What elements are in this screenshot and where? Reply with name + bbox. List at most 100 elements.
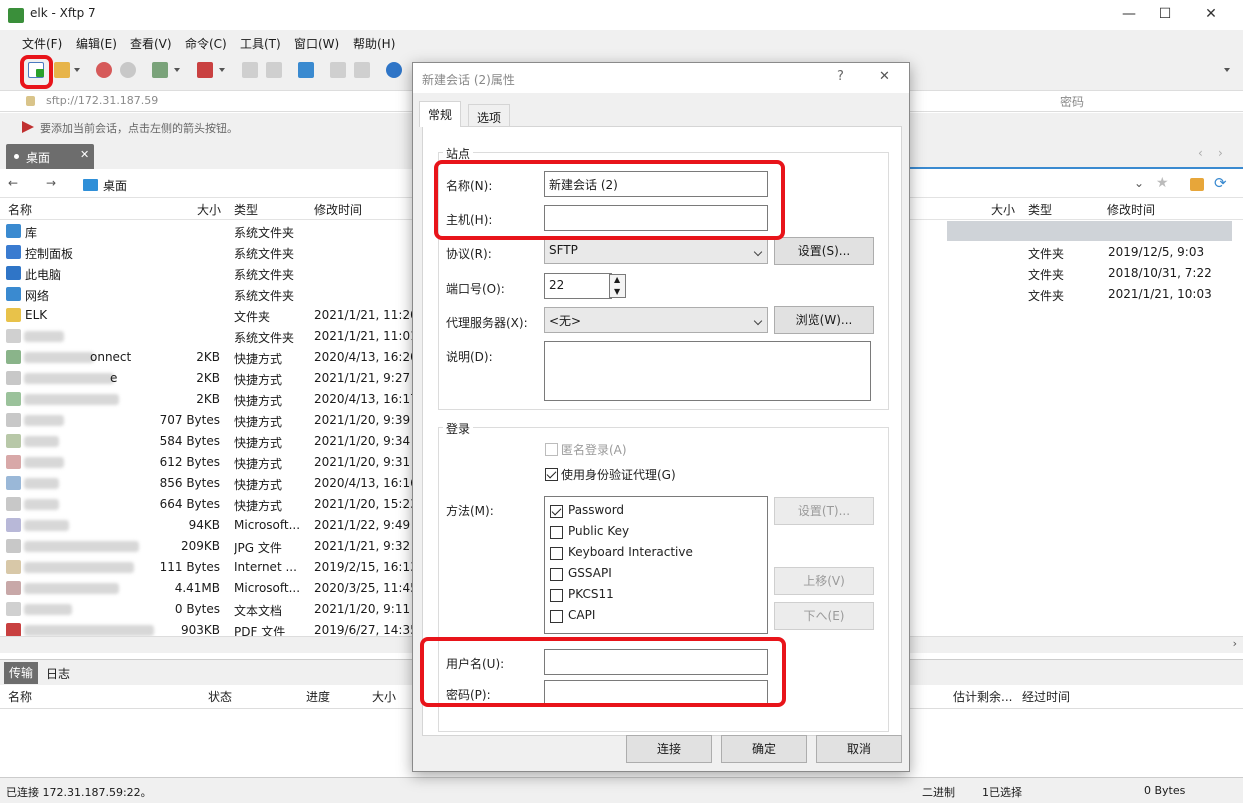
menu-edit[interactable]: 编辑(E)	[76, 35, 117, 52]
table-row[interactable]: 209KB JPG 文件 2021/1/21, 9:32	[0, 536, 412, 557]
table-row[interactable]: 111 Bytes Internet ... 2019/2/15, 16:13	[0, 557, 412, 578]
chevron-down-icon[interactable]	[74, 68, 80, 72]
col-progress[interactable]: 进度	[306, 688, 330, 705]
ok-button[interactable]: 确定	[721, 735, 807, 763]
description-input[interactable]	[544, 341, 871, 401]
chevron-down-icon[interactable]	[174, 68, 180, 72]
method-checkbox[interactable]	[550, 505, 563, 518]
connect-button[interactable]: 连接	[626, 735, 712, 763]
table-row[interactable]: 控制面板 系统文件夹	[0, 242, 412, 263]
tab-scroll-left-icon[interactable]: ‹	[1198, 146, 1203, 160]
download-icon[interactable]	[354, 62, 370, 78]
col-elapsed[interactable]: 经过时间	[1022, 688, 1070, 705]
method-settings-button[interactable]: 设置(T)...	[774, 497, 874, 525]
table-row[interactable]: onnect 2KB 快捷方式 2020/4/13, 16:20	[0, 347, 412, 368]
anonymous-checkbox[interactable]	[545, 443, 558, 456]
close-icon[interactable]: ✕	[80, 148, 89, 161]
terminal-icon[interactable]	[197, 62, 213, 78]
open-folder-icon[interactable]	[54, 62, 70, 78]
method-capi[interactable]: CAPI	[550, 607, 765, 627]
table-row[interactable]: 库 系统文件夹	[0, 221, 412, 242]
port-stepper[interactable]: ▲ ▼	[609, 274, 626, 298]
chevron-down-icon[interactable]: ⌄	[1134, 176, 1144, 190]
close-icon[interactable]: ✕	[879, 69, 890, 84]
path-text[interactable]: 桌面	[103, 177, 127, 194]
col-size[interactable]: 大小	[991, 201, 1015, 218]
tab-options[interactable]: 选项	[468, 104, 511, 126]
tab-scroll-right-icon[interactable]: ›	[1218, 146, 1223, 160]
arrow-icon[interactable]	[22, 121, 34, 133]
menu-view[interactable]: 查看(V)	[130, 35, 172, 52]
table-row[interactable]: 2KB 快捷方式 2020/4/13, 16:17	[0, 389, 412, 410]
method-checkbox[interactable]	[550, 610, 563, 623]
method-checkbox[interactable]	[550, 568, 563, 581]
method-list[interactable]: Password Public Key Keyboard Interactive…	[544, 496, 768, 634]
method-password[interactable]: Password	[550, 502, 765, 522]
upload-icon[interactable]	[330, 62, 346, 78]
password-input[interactable]: 密码	[1060, 93, 1084, 110]
menu-help[interactable]: 帮助(H)	[353, 35, 395, 52]
close-window-button[interactable]: ✕	[1188, 0, 1234, 30]
browse-button[interactable]: 浏览(W)...	[774, 306, 874, 334]
method-checkbox[interactable]	[550, 589, 563, 602]
method-checkbox[interactable]	[550, 547, 563, 560]
col-size[interactable]: 大小	[197, 201, 221, 218]
transfer-icon[interactable]	[298, 62, 314, 78]
cancel-button[interactable]: 取消	[816, 735, 902, 763]
star-icon[interactable]: ★	[1156, 175, 1169, 191]
table-row[interactable]: ELK 文件夹 2021/1/21, 11:20	[0, 305, 412, 326]
globe-icon[interactable]	[386, 62, 402, 78]
col-mtime[interactable]: 修改时间	[314, 201, 362, 218]
table-row[interactable]: 4.41MB Microsoft... 2020/3/25, 11:45	[0, 578, 412, 599]
tab-log[interactable]: 日志	[46, 665, 70, 682]
forward-icon[interactable]: →	[46, 176, 56, 190]
protocol-settings-button[interactable]: 设置(S)...	[774, 237, 874, 265]
stepper-down-icon[interactable]: ▼	[614, 287, 620, 296]
table-row[interactable]: 此电脑 系统文件夹	[0, 263, 412, 284]
method-checkbox[interactable]	[550, 526, 563, 539]
stepper-up-icon[interactable]: ▲	[614, 275, 620, 284]
back-icon[interactable]: ←	[8, 176, 18, 190]
table-row[interactable]: 94KB Microsoft... 2021/1/22, 9:49	[0, 515, 412, 536]
table-row[interactable]: 584 Bytes 快捷方式 2021/1/20, 9:34	[0, 431, 412, 452]
agent-checkbox[interactable]	[545, 468, 558, 481]
table-row[interactable]: 856 Bytes 快捷方式 2020/4/13, 16:16	[0, 473, 412, 494]
menu-window[interactable]: 窗口(W)	[294, 35, 339, 52]
col-size[interactable]: 大小	[372, 688, 396, 705]
chevron-down-icon[interactable]	[1224, 68, 1230, 72]
help-icon[interactable]: ?	[837, 69, 844, 84]
table-row[interactable]: 612 Bytes 快捷方式 2021/1/20, 9:31	[0, 452, 412, 473]
connect-icon[interactable]	[96, 62, 112, 78]
col-status[interactable]: 状态	[208, 688, 232, 705]
scroll-right-icon[interactable]: ›	[1233, 637, 1237, 650]
tab-general[interactable]: 常规	[419, 101, 462, 127]
copy-icon[interactable]	[242, 62, 258, 78]
port-input[interactable]: 22	[544, 273, 612, 299]
menu-command[interactable]: 命令(C)	[185, 35, 227, 52]
new-window-icon[interactable]	[152, 62, 168, 78]
address-input[interactable]: sftp://172.31.187.59	[46, 94, 158, 107]
table-row[interactable]: 网络 系统文件夹	[0, 284, 412, 305]
method-publickey[interactable]: Public Key	[550, 523, 765, 543]
table-row[interactable]: 707 Bytes 快捷方式 2021/1/20, 9:39	[0, 410, 412, 431]
proxy-select[interactable]: <无>	[544, 307, 768, 333]
table-row[interactable]: 664 Bytes 快捷方式 2021/1/20, 15:23	[0, 494, 412, 515]
disconnect-icon[interactable]	[120, 62, 136, 78]
selected-row[interactable]	[947, 221, 1232, 241]
method-gssapi[interactable]: GSSAPI	[550, 565, 765, 585]
tab-desktop[interactable]: 桌面 ✕	[6, 144, 94, 169]
col-type[interactable]: 类型	[1028, 201, 1052, 218]
maximize-button[interactable]: ☐	[1142, 0, 1188, 30]
refresh-icon[interactable]: ⟳	[1214, 174, 1227, 192]
method-pkcs11[interactable]: PKCS11	[550, 586, 765, 606]
chevron-down-icon[interactable]	[219, 68, 225, 72]
menu-file[interactable]: 文件(F)	[22, 35, 62, 52]
col-type[interactable]: 类型	[234, 201, 258, 218]
table-row[interactable]: e 2KB 快捷方式 2021/1/21, 9:27	[0, 368, 412, 389]
protocol-select[interactable]: SFTP	[544, 238, 768, 264]
home-icon[interactable]	[1190, 178, 1204, 191]
table-row[interactable]: 0 Bytes 文本文档 2021/1/20, 9:11	[0, 599, 412, 620]
table-row[interactable]: 系统文件夹 2021/1/21, 11:01	[0, 326, 412, 347]
move-up-button[interactable]: 上移(V)	[774, 567, 874, 595]
menu-tools[interactable]: 工具(T)	[240, 35, 281, 52]
